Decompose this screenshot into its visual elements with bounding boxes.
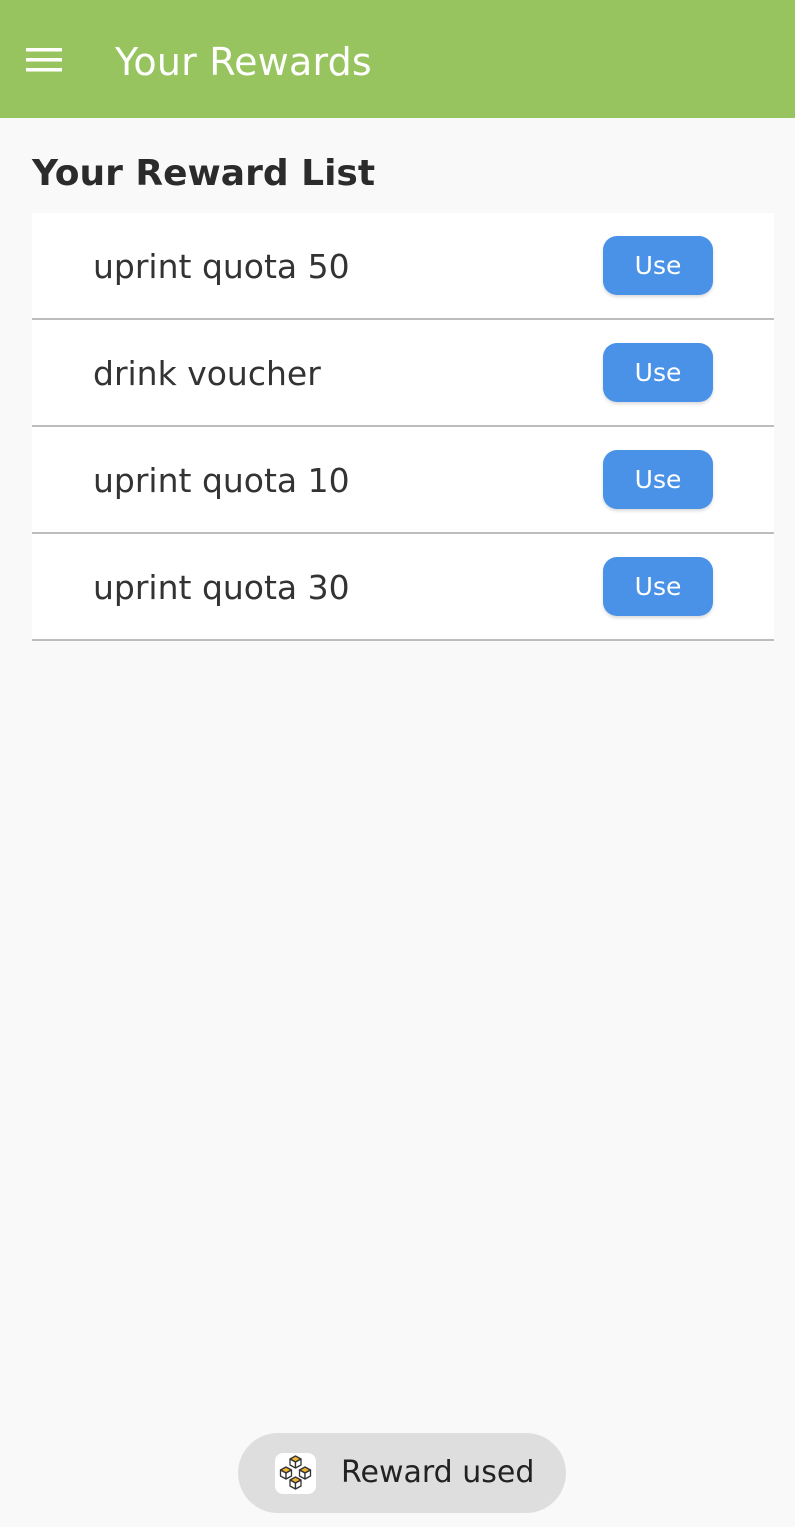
reward-row-uprint-quota-50: uprint quota 50 Use xyxy=(32,213,774,320)
use-reward-button[interactable]: Use xyxy=(603,557,713,616)
use-reward-button[interactable]: Use xyxy=(603,450,713,509)
reward-row-uprint-quota-30: uprint quota 30 Use xyxy=(32,534,774,641)
app-cubes-icon xyxy=(275,1453,316,1494)
reward-name: uprint quota 50 xyxy=(93,247,350,286)
menu-button[interactable] xyxy=(20,35,70,85)
app-bar: Your Rewards xyxy=(0,0,795,118)
reward-name: uprint quota 30 xyxy=(93,568,350,607)
reward-name: drink voucher xyxy=(93,354,321,393)
reward-row-uprint-quota-10: uprint quota 10 Use xyxy=(32,427,774,534)
use-reward-button[interactable]: Use xyxy=(603,343,713,402)
toast-message: Reward used xyxy=(341,1455,535,1490)
reward-row-drink-voucher: drink voucher Use xyxy=(32,320,774,427)
reward-list-heading: Your Reward List xyxy=(32,153,376,194)
use-reward-button[interactable]: Use xyxy=(603,236,713,295)
reward-list: uprint quota 50 Use drink voucher Use up… xyxy=(32,213,774,641)
toast-notification: Reward used xyxy=(238,1433,566,1513)
page-title: Your Rewards xyxy=(115,40,372,84)
hamburger-menu-icon xyxy=(26,48,62,72)
reward-name: uprint quota 10 xyxy=(93,461,350,500)
